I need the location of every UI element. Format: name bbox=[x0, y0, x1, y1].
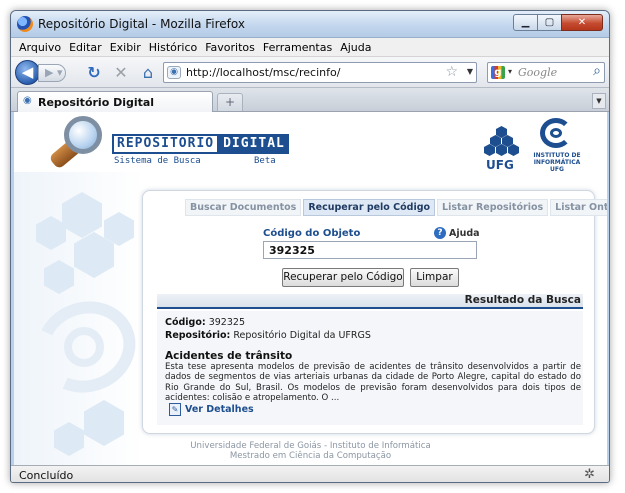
footer-line1: Universidade Federal de Goiás - Institut… bbox=[190, 441, 431, 451]
decorative-hexagon bbox=[44, 260, 74, 294]
page-viewport: REPOSITÓRIO DIGITAL Sistema de Busca Bet… bbox=[14, 112, 607, 465]
page-favicon-icon: ◉ bbox=[23, 95, 32, 106]
ufg-hexagons-icon bbox=[484, 126, 519, 156]
logo-part-repositorio: REPOSITÓRIO bbox=[112, 134, 220, 154]
help-link[interactable]: ? Ajuda bbox=[434, 227, 480, 239]
details-document-icon[interactable]: ✎ bbox=[169, 403, 181, 416]
inf-logo-line3: UFG bbox=[550, 166, 564, 173]
search-panel: Buscar Documentos Recuperar pelo Código … bbox=[142, 190, 607, 434]
help-label[interactable]: Ajuda bbox=[449, 228, 480, 239]
result-item: Código: 392325 Repositório: Repositório … bbox=[157, 311, 583, 425]
tab-recuperar-pelo-codigo[interactable]: Recuperar pelo Código bbox=[303, 199, 436, 216]
decorative-swirl bbox=[64, 327, 104, 367]
inf-logo-text: INSTITUTO DE INFORMÁTICA UFG bbox=[532, 152, 582, 173]
minimize-button[interactable]: ▁ bbox=[513, 14, 538, 31]
tab-buscar-documentos[interactable]: Buscar Documentos bbox=[185, 199, 302, 216]
help-icon[interactable]: ? bbox=[434, 227, 446, 239]
menu-ajuda[interactable]: Ajuda bbox=[336, 41, 375, 54]
forward-icon: ▶ ▾ bbox=[45, 66, 63, 79]
view-details-link[interactable]: ✎ Ver Detalhes bbox=[169, 403, 254, 416]
navigation-toolbar: ◀ ▶ ▾ ↻ ✕ ⌂ ◉ http://localhost/msc/recin… bbox=[11, 57, 609, 88]
menu-editar[interactable]: Editar bbox=[65, 41, 106, 54]
magnifier-icon[interactable]: ⌕ bbox=[593, 63, 601, 79]
result-code-value: 392325 bbox=[208, 317, 245, 328]
tab-strip: ◉ Repositório Digital + ▼ bbox=[11, 88, 609, 112]
url-input[interactable]: http://localhost/msc/recinfo/ bbox=[186, 66, 340, 79]
menu-bar: Arquivo Editar Exibir Histórico Favorito… bbox=[11, 38, 609, 57]
code-input[interactable] bbox=[263, 241, 477, 259]
title-bar: Repositório Digital - Mozilla Firefox ▁ … bbox=[11, 11, 609, 38]
tab-listar-ontologias[interactable]: Listar Ontologias bbox=[550, 199, 607, 216]
document-title: Acidentes de trânsito bbox=[165, 350, 293, 362]
reload-icon[interactable]: ↻ bbox=[85, 64, 103, 82]
menu-historico[interactable]: Histórico bbox=[145, 41, 201, 54]
ufg-logo-text: UFG bbox=[486, 158, 514, 172]
google-icon[interactable]: g bbox=[491, 66, 505, 79]
back-icon: ◀ bbox=[21, 63, 34, 81]
status-text: Concluído bbox=[19, 469, 74, 482]
stop-icon[interactable]: ✕ bbox=[112, 64, 130, 82]
result-repo-row: Repositório: Repositório Digital da UFRG… bbox=[165, 330, 371, 341]
result-title: Resultado da Busca bbox=[464, 294, 581, 306]
tab-list-dropdown-icon[interactable]: ▼ bbox=[592, 93, 606, 109]
view-details-label[interactable]: Ver Detalhes bbox=[185, 404, 254, 415]
result-repo-value: Repositório Digital da UFRGS bbox=[233, 330, 371, 341]
url-bar[interactable]: ◉ http://localhost/msc/recinfo/ ☆ ▼ bbox=[163, 62, 477, 83]
status-bar: Concluído ✲ bbox=[11, 465, 609, 482]
inf-swirl-inner bbox=[550, 128, 562, 138]
new-tab-button[interactable]: + bbox=[217, 93, 243, 111]
home-icon[interactable]: ⌂ bbox=[139, 64, 157, 82]
result-code-row: Código: 392325 bbox=[165, 317, 245, 328]
logo-part-digital: DIGITAL bbox=[219, 134, 289, 154]
menu-favoritos[interactable]: Favoritos bbox=[201, 41, 259, 54]
site-subtitle: Sistema de Busca bbox=[114, 156, 201, 166]
decorative-hexagon bbox=[62, 192, 102, 238]
tab-label: Repositório Digital bbox=[38, 96, 155, 109]
search-tabs: Buscar Documentos Recuperar pelo Código … bbox=[185, 199, 607, 216]
decorative-hexagon bbox=[36, 216, 66, 250]
search-input[interactable]: Google bbox=[518, 66, 557, 79]
instituto-informatica-logo: INSTITUTO DE INFORMÁTICA UFG bbox=[532, 118, 582, 178]
result-repo-label: Repositório: bbox=[165, 330, 231, 341]
menu-ferramentas[interactable]: Ferramentas bbox=[259, 41, 336, 54]
result-code-label: Código: bbox=[165, 317, 206, 328]
bookmark-star-icon[interactable]: ☆ bbox=[445, 64, 458, 80]
firefox-icon bbox=[17, 16, 33, 32]
addon-bug-icon[interactable]: ✲ bbox=[584, 467, 595, 482]
browser-window: Repositório Digital - Mozilla Firefox ▁ … bbox=[10, 10, 610, 483]
document-abstract: Esta tese apresenta modelos de previsão … bbox=[165, 362, 581, 403]
page-footer: Universidade Federal de Goiás - Institut… bbox=[14, 441, 607, 461]
retrieve-by-code-button[interactable]: Recuperar pelo Código bbox=[282, 268, 404, 287]
footer-line2: Mestrado em Ciência da Computação bbox=[229, 451, 392, 461]
tab-repositorio-digital[interactable]: ◉ Repositório Digital bbox=[17, 91, 213, 112]
beta-label: Beta bbox=[254, 156, 276, 166]
site-identity-icon[interactable]: ◉ bbox=[167, 66, 181, 79]
ufg-logo: UFG bbox=[484, 126, 520, 176]
inf-logo-line1: INSTITUTO DE bbox=[533, 152, 581, 159]
menu-exibir[interactable]: Exibir bbox=[106, 41, 145, 54]
search-bar[interactable]: g ▾ Google ⌕ bbox=[487, 62, 605, 83]
forward-button[interactable]: ▶ ▾ bbox=[38, 64, 66, 82]
result-header: Resultado da Busca bbox=[157, 294, 583, 309]
clear-button[interactable]: Limpar bbox=[410, 268, 459, 287]
code-field-label: Código do Objeto bbox=[263, 228, 361, 239]
back-button[interactable]: ◀ bbox=[15, 60, 40, 85]
menu-arquivo[interactable]: Arquivo bbox=[15, 41, 65, 54]
url-dropdown-icon[interactable]: ▼ bbox=[467, 67, 473, 76]
inf-logo-line2: INFORMÁTICA bbox=[533, 159, 581, 166]
magnifier-logo-icon bbox=[48, 116, 108, 174]
maximize-button[interactable]: ▢ bbox=[537, 14, 562, 31]
site-logo-title: REPOSITÓRIO DIGITAL bbox=[112, 134, 289, 154]
decorative-hexagon bbox=[84, 400, 124, 446]
search-engine-dropdown-icon[interactable]: ▾ bbox=[508, 67, 512, 76]
window-title: Repositório Digital - Mozilla Firefox bbox=[38, 17, 245, 31]
close-button[interactable]: ✕ bbox=[561, 14, 603, 31]
window-controls: ▁ ▢ ✕ bbox=[513, 14, 603, 31]
tab-listar-repositorios[interactable]: Listar Repositórios bbox=[437, 199, 549, 216]
